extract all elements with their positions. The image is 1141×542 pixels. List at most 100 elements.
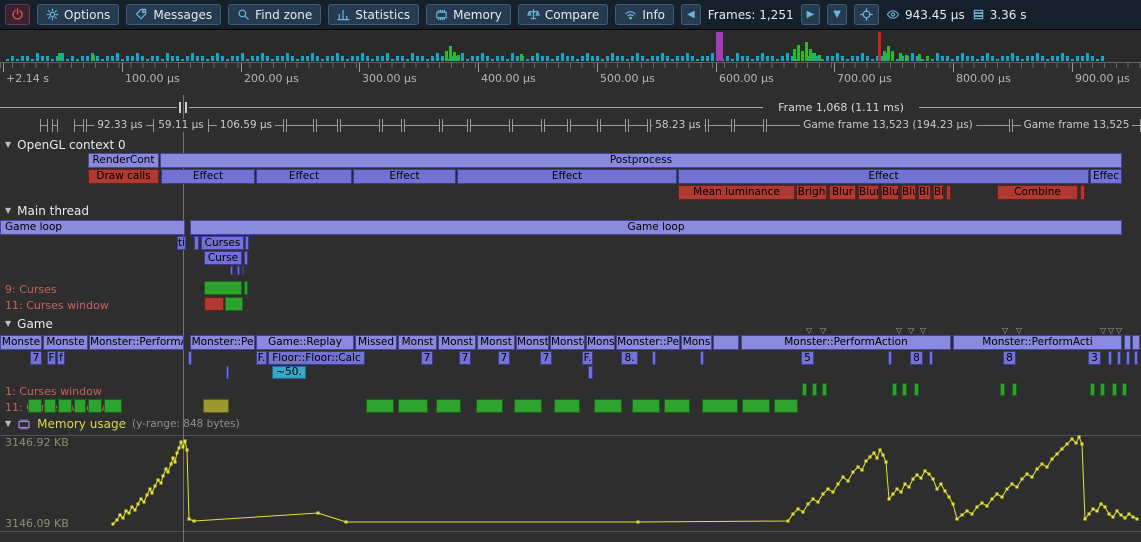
zone[interactable]: [58, 399, 72, 413]
zone[interactable]: Blur: [918, 185, 931, 200]
collapse-mark-icon[interactable]: ▽: [920, 327, 926, 335]
zone[interactable]: ti: [177, 236, 186, 250]
zone[interactable]: Effect: [161, 169, 255, 184]
game-frame-segment[interactable]: Game frame 13,525: [1012, 119, 1141, 132]
zone[interactable]: Mean luminance: [678, 185, 795, 200]
zone[interactable]: f: [57, 351, 65, 365]
zone[interactable]: [88, 399, 102, 413]
zone[interactable]: 8.: [621, 351, 638, 365]
collapse-mark-icon[interactable]: ▽: [1016, 327, 1022, 335]
zone[interactable]: [1090, 383, 1095, 396]
zone[interactable]: [888, 351, 892, 365]
game-frame-segment[interactable]: [382, 119, 402, 132]
zone[interactable]: Effect: [457, 169, 677, 184]
zone[interactable]: F.: [256, 351, 267, 365]
zone[interactable]: [1108, 351, 1112, 365]
zone[interactable]: [1132, 335, 1140, 350]
game-frame-segment[interactable]: [734, 119, 764, 132]
zone[interactable]: [700, 351, 704, 365]
zone[interactable]: [1126, 351, 1130, 365]
game-frame-segment[interactable]: 59.11 μs: [156, 119, 206, 132]
messages-button[interactable]: Messages: [126, 4, 221, 25]
zone[interactable]: [237, 266, 240, 275]
zone[interactable]: 7: [459, 351, 471, 365]
zone[interactable]: [436, 399, 461, 413]
zone[interactable]: 8: [910, 351, 923, 365]
zone[interactable]: [1134, 351, 1138, 365]
zone[interactable]: [230, 266, 233, 275]
zone[interactable]: [203, 399, 229, 413]
collapse-mark-icon[interactable]: ▽: [806, 327, 812, 335]
zone[interactable]: [226, 366, 229, 379]
zone[interactable]: [1100, 383, 1105, 396]
prev-frame-button[interactable]: ◀: [681, 4, 701, 25]
zone[interactable]: Monster::PerformActi: [953, 335, 1122, 350]
zone[interactable]: [244, 281, 248, 295]
zone[interactable]: Monst: [516, 335, 549, 350]
zone[interactable]: Postprocess: [160, 153, 1122, 168]
zone[interactable]: [74, 399, 86, 413]
zone[interactable]: Monster::PerformA: [89, 335, 184, 350]
memory-button[interactable]: Memory: [426, 4, 511, 25]
game-frame-segment[interactable]: [52, 119, 58, 132]
zone[interactable]: Brigh: [796, 185, 827, 200]
zone[interactable]: [245, 236, 249, 250]
zone[interactable]: [44, 399, 56, 413]
next-frame-button[interactable]: ▶: [801, 4, 821, 25]
zone[interactable]: 5: [801, 351, 814, 365]
zone[interactable]: Monster::Pe: [616, 335, 680, 350]
game-frame-segment[interactable]: [512, 119, 542, 132]
zone[interactable]: Draw calls: [88, 169, 159, 184]
zone[interactable]: [204, 281, 242, 295]
options-button[interactable]: Options: [37, 4, 119, 25]
zone[interactable]: [104, 399, 122, 413]
zone[interactable]: Combine: [997, 185, 1078, 200]
zone[interactable]: 3: [1088, 351, 1101, 365]
game-frame-segment[interactable]: [470, 119, 510, 132]
collapse-mark-icon[interactable]: ▽: [908, 327, 914, 335]
zone[interactable]: [812, 383, 817, 396]
zone[interactable]: Monste: [43, 335, 88, 350]
zone[interactable]: [554, 399, 580, 413]
zone[interactable]: [664, 399, 690, 413]
zone[interactable]: Curses: [201, 236, 244, 250]
zone[interactable]: [1117, 351, 1121, 365]
zone[interactable]: [188, 351, 192, 365]
zone[interactable]: [632, 399, 660, 413]
game-frame-segment[interactable]: Game frame 13,523 (194.23 μs): [766, 119, 1010, 132]
game-frame-segment[interactable]: 58.23 μs: [650, 119, 706, 132]
info-button[interactable]: Info: [615, 4, 674, 25]
zone[interactable]: 7: [540, 351, 552, 365]
zone[interactable]: Effect: [353, 169, 456, 184]
collapse-mark-icon[interactable]: ▽: [820, 327, 826, 335]
zone[interactable]: F.: [582, 351, 593, 365]
zone[interactable]: Floor::Floor::Calc: [268, 351, 365, 365]
zone[interactable]: Effect: [256, 169, 352, 184]
zone[interactable]: Monst: [477, 335, 515, 350]
zone[interactable]: Effec: [1090, 169, 1122, 184]
zone[interactable]: [1122, 383, 1127, 396]
zone[interactable]: Effect: [678, 169, 1089, 184]
game-frame-segment[interactable]: [442, 119, 468, 132]
zone[interactable]: Monster::PerformAction: [741, 335, 951, 350]
game-frame-segment[interactable]: [340, 119, 380, 132]
zone[interactable]: Missed: [355, 335, 397, 350]
zone[interactable]: Mons: [681, 335, 712, 350]
zone[interactable]: [652, 351, 656, 365]
collapse-mark-icon[interactable]: ▽: [1108, 327, 1114, 335]
zone[interactable]: Blur: [858, 185, 879, 200]
zone[interactable]: [204, 297, 224, 311]
zone[interactable]: Monst: [438, 335, 476, 350]
zone[interactable]: [28, 399, 42, 413]
thread-label[interactable]: 11: Curses window: [5, 299, 109, 312]
zone[interactable]: Monste: [550, 335, 585, 350]
time-ruler[interactable]: +2.14 s100.00 μs200.00 μs300.00 μs400.00…: [0, 62, 1141, 91]
zone[interactable]: [713, 335, 739, 350]
zone[interactable]: ~50.: [272, 366, 306, 379]
zone[interactable]: [1124, 335, 1131, 350]
zone[interactable]: F: [47, 351, 56, 365]
zone[interactable]: [914, 383, 919, 396]
game-frame-segment[interactable]: 92.33 μs: [86, 119, 154, 132]
zone[interactable]: Mons: [586, 335, 615, 350]
zone[interactable]: [366, 399, 394, 413]
